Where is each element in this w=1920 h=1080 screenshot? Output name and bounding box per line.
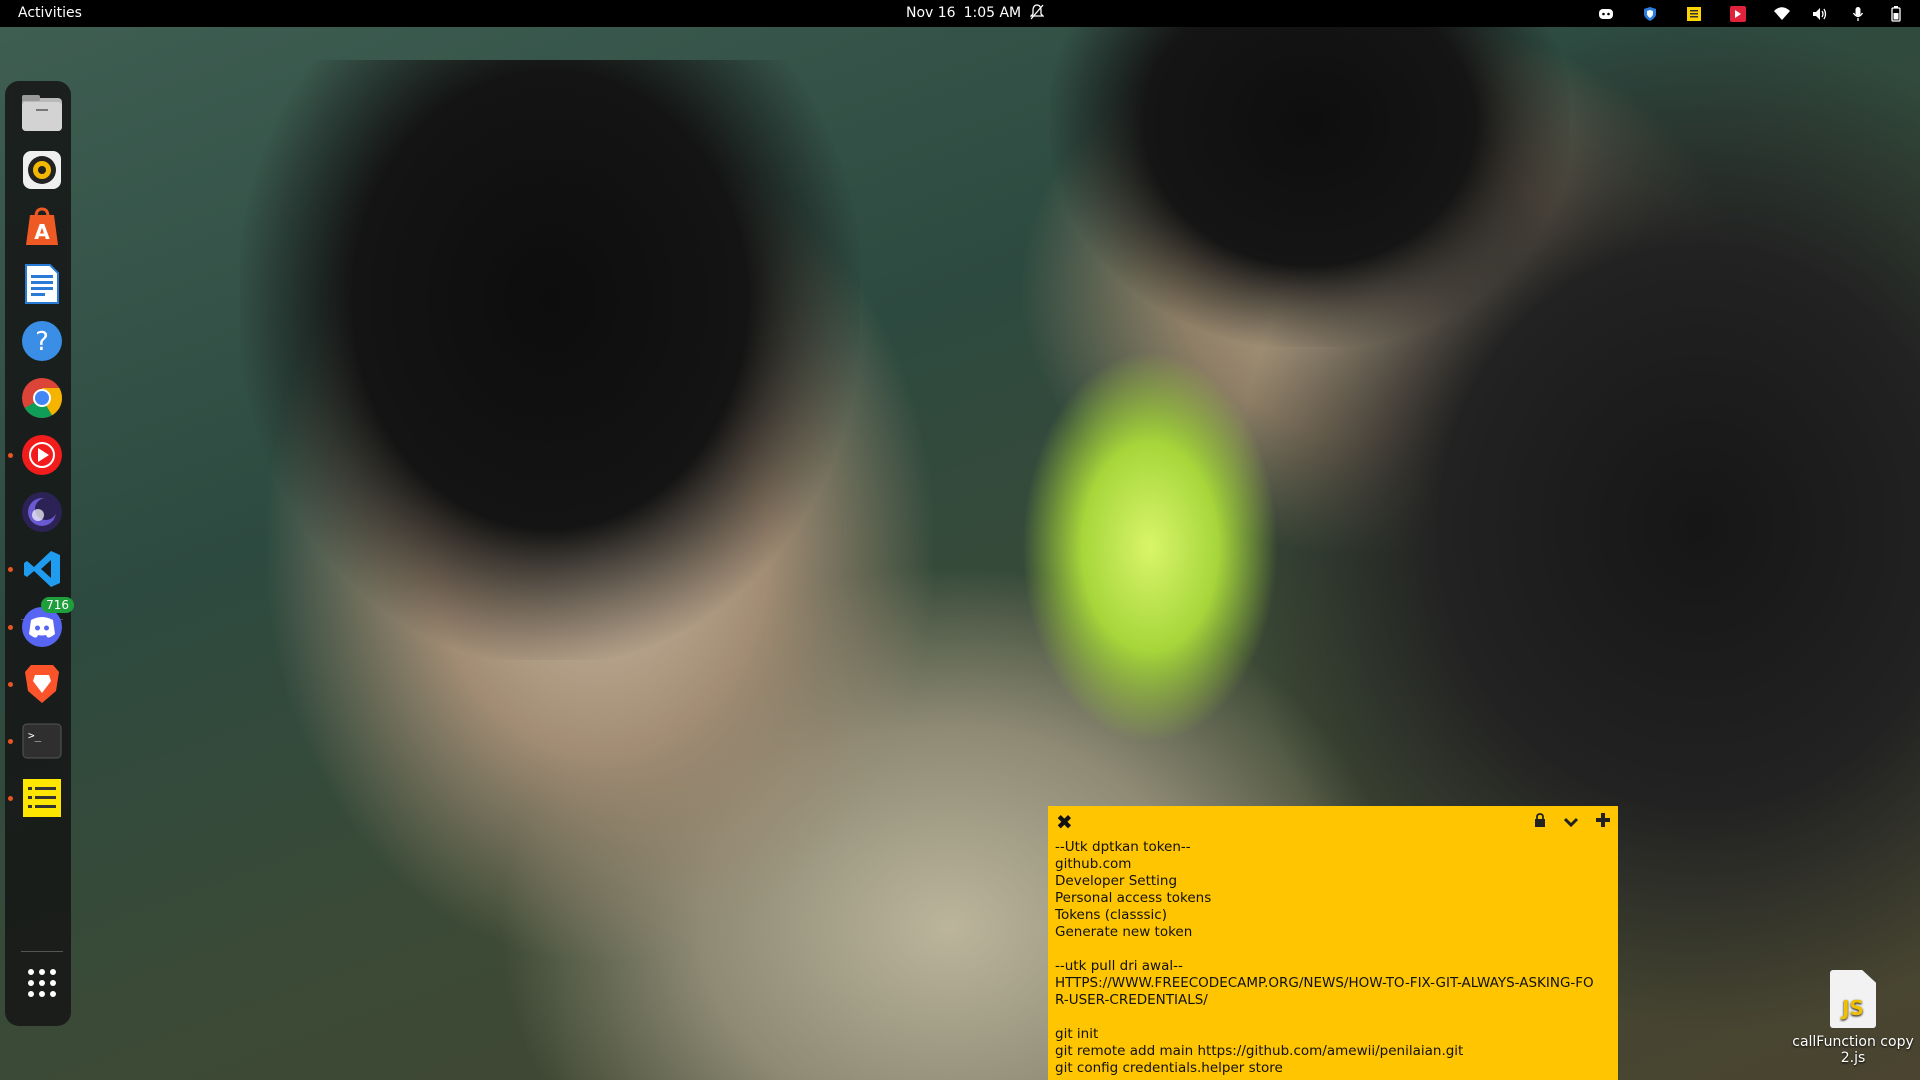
battery-icon[interactable]	[1886, 5, 1906, 23]
notification-muted-icon	[1029, 4, 1045, 24]
svg-text:?: ?	[35, 327, 49, 357]
help-icon: ?	[22, 321, 62, 361]
date-label: Nov 16	[906, 5, 956, 21]
sticky-notes-icon	[23, 779, 61, 817]
dock-item-files[interactable]	[20, 91, 64, 135]
screen-record-icon[interactable]	[1728, 5, 1748, 23]
terminal-icon: >_	[22, 723, 62, 759]
rhythmbox-icon	[23, 151, 61, 189]
dock-item-vscode[interactable]	[8, 547, 64, 591]
vpn-shield-icon[interactable]	[1640, 5, 1660, 23]
desktop-file[interactable]: JS callFunction copy 2.js	[1788, 970, 1918, 1066]
brave-icon	[25, 665, 59, 703]
add-note-icon[interactable]	[1596, 812, 1610, 832]
microphone-icon[interactable]	[1848, 5, 1868, 23]
eclipse-icon	[22, 492, 62, 532]
files-icon	[22, 95, 62, 131]
dock-item-sticky-notes[interactable]	[8, 776, 64, 820]
time-label: 1:05 AM	[963, 5, 1022, 21]
dock-item-terminal[interactable]: >_	[8, 719, 64, 763]
sticky-notes-tray-icon[interactable]	[1684, 5, 1704, 23]
chevron-down-icon[interactable]	[1563, 812, 1579, 832]
dock-item-app-center[interactable]: A	[20, 205, 64, 249]
dock-item-chrome[interactable]	[20, 376, 64, 420]
dock-separator	[21, 951, 63, 952]
writer-icon	[25, 264, 59, 304]
svg-text:A: A	[34, 220, 50, 244]
system-tray[interactable]	[1578, 4, 1906, 24]
javascript-file-icon: JS	[1830, 970, 1876, 1028]
discord-tray-icon[interactable]	[1596, 5, 1616, 23]
dock-item-help[interactable]: ?	[20, 319, 64, 363]
wifi-icon[interactable]	[1772, 5, 1792, 23]
sticky-note[interactable]: ✖ --Utk dptkan token-- github.com Develo…	[1048, 806, 1618, 1080]
svg-text:>_: >_	[28, 729, 42, 742]
activities-button[interactable]: Activities	[18, 5, 82, 21]
app-center-icon: A	[26, 207, 58, 245]
top-bar: Activities Nov 16 1:05 AM	[0, 0, 1920, 27]
wallpaper-detail	[1050, 27, 1570, 347]
dock-item-eclipse[interactable]	[20, 490, 64, 534]
dock-item-youtube-music[interactable]	[8, 433, 64, 477]
dock-item-writer[interactable]	[20, 262, 64, 306]
note-text[interactable]: --Utk dptkan token-- github.com Develope…	[1055, 839, 1596, 1077]
dock-item-discord[interactable]: 716	[8, 597, 74, 649]
app-grid-icon	[28, 969, 56, 997]
vscode-icon	[24, 551, 60, 587]
youtube-music-icon	[22, 435, 62, 475]
chrome-icon	[22, 378, 62, 418]
show-apps-button[interactable]	[20, 961, 64, 1005]
dock-item-brave[interactable]	[8, 662, 64, 706]
dock: A ? 716 >_	[5, 81, 74, 1026]
clock[interactable]: Nov 16 1:05 AM	[906, 5, 1029, 21]
desktop-file-name: callFunction copy 2.js	[1792, 1034, 1914, 1066]
dock-item-rhythmbox[interactable]	[20, 148, 64, 192]
wallpaper-detail	[240, 60, 860, 660]
note-controls	[1534, 812, 1610, 832]
discord-unread-badge: 716	[41, 597, 74, 613]
close-note-button[interactable]: ✖	[1056, 810, 1073, 834]
volume-icon[interactable]	[1810, 5, 1830, 23]
lock-icon[interactable]	[1534, 812, 1546, 832]
